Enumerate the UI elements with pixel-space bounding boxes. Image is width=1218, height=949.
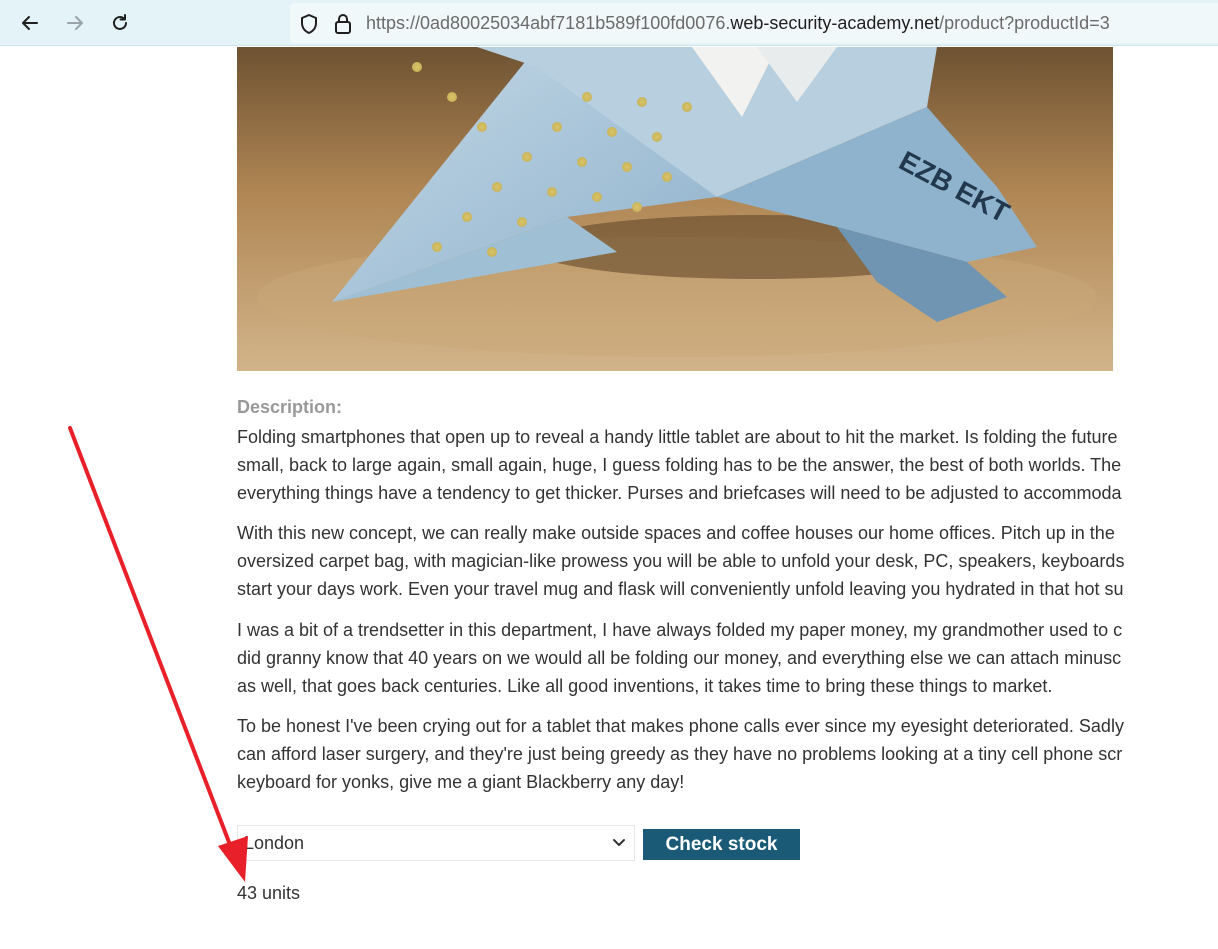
url-host: web-security-academy.net [730, 13, 940, 33]
description-paragraph-3: I was a bit of a trendsetter in this dep… [237, 616, 1218, 700]
paragraph-line: keyboard for yonks, give me a giant Blac… [237, 772, 685, 792]
back-button[interactable] [15, 8, 45, 38]
paragraph-line: With this new concept, we can really mak… [237, 523, 1115, 543]
shield-icon[interactable] [299, 13, 319, 35]
description-paragraph-1: Folding smartphones that open up to reve… [237, 423, 1218, 507]
browser-toolbar: https://0ad80025034abf7181b589f100fd0076… [0, 0, 1218, 46]
address-bar[interactable]: https://0ad80025034abf7181b589f100fd0076… [290, 3, 1218, 43]
origami-money-illustration: EZB EKT [237, 47, 1113, 371]
paragraph-line: did granny know that 40 years on we woul… [237, 648, 1122, 668]
lock-icon[interactable] [334, 13, 352, 35]
description-label: Description: [237, 397, 343, 417]
paragraph-line: oversized carpet bag, with magician-like… [237, 551, 1125, 571]
product-image: EZB EKT [237, 47, 1113, 371]
paragraph-line: start your days work. Even your travel m… [237, 579, 1124, 599]
paragraph-line: Folding smartphones that open up to reve… [237, 427, 1118, 447]
paragraph-line: as well, that goes back centuries. Like … [237, 676, 1053, 696]
chevron-down-icon [613, 839, 625, 846]
forward-button[interactable] [60, 8, 90, 38]
url-path: /product?productId=3 [939, 13, 1110, 33]
url-prefix: https://0ad80025034abf7181b589f100fd0076… [366, 13, 731, 33]
paragraph-line: everything things have a tendency to get… [237, 483, 1122, 503]
paragraph-line: I was a bit of a trendsetter in this dep… [237, 620, 1123, 640]
paragraph-line: small, back to large again, small again,… [237, 455, 1122, 475]
store-select-value: London [244, 833, 305, 853]
reload-icon [113, 14, 127, 30]
forward-arrow-icon [67, 16, 83, 30]
paragraph-line: To be honest I've been crying out for a … [237, 716, 1124, 736]
store-select[interactable]: London [237, 825, 635, 861]
description-paragraph-4: To be honest I've been crying out for a … [237, 712, 1218, 796]
url-text[interactable]: https://0ad80025034abf7181b589f100fd0076… [366, 13, 1110, 33]
back-arrow-icon [22, 16, 38, 30]
description-paragraph-2: With this new concept, we can really mak… [237, 519, 1218, 603]
paragraph-line: can afford laser surgery, and they're ju… [237, 744, 1123, 764]
page-content: EZB EKT Description: Folding smartphones… [0, 47, 1218, 949]
reload-button[interactable] [105, 8, 135, 38]
stock-result-text: 43 units [237, 883, 301, 903]
check-stock-button[interactable]: Check stock [643, 829, 800, 860]
